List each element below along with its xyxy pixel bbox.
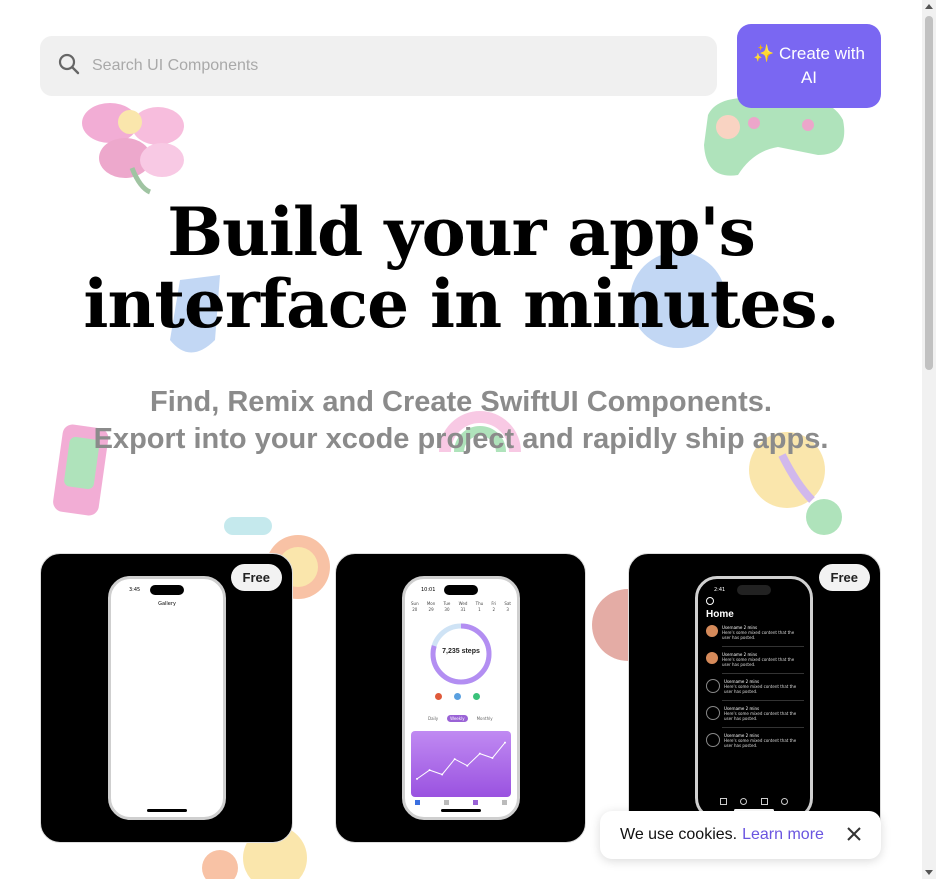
- phone-preview: 3:45 Gallery: [108, 576, 226, 820]
- post-text: Here's some mixed content that the user …: [724, 711, 797, 721]
- free-badge: Free: [230, 564, 282, 591]
- segment-control[interactable]: Daily Weekly Monthly: [425, 715, 496, 722]
- post-divider: [722, 727, 804, 728]
- avatar: [706, 625, 718, 637]
- free-badge: Free: [818, 564, 870, 591]
- tab-activity-icon[interactable]: [444, 800, 449, 805]
- hero-title-line1: Build your app's: [167, 193, 756, 271]
- metric-icons: [435, 693, 480, 700]
- steps-label: 7,235 steps: [442, 648, 480, 655]
- hero-subtitle-line1: Find, Remix and Create SwiftUI Component…: [150, 386, 772, 418]
- page-scrollbar[interactable]: [922, 0, 936, 879]
- screen-title: Gallery: [158, 601, 176, 607]
- home-indicator: [147, 809, 187, 812]
- post-text: Here's some mixed content that the user …: [722, 630, 795, 640]
- post-feed: Username 2 mins Here's some mixed content…: [706, 625, 804, 754]
- distance-icon: [454, 693, 461, 700]
- flame-icon: [435, 693, 442, 700]
- steps-point: [416, 777, 418, 780]
- post-text: Here's some mixed content that the user …: [724, 684, 797, 694]
- week-day[interactable]: Sun 20: [411, 601, 419, 613]
- phone-time: 10:01: [421, 587, 436, 593]
- steps-ring: 7,235 steps: [428, 621, 494, 687]
- week-day[interactable]: Sat 3: [504, 601, 511, 613]
- tab-bar: [720, 798, 788, 805]
- tab-bar: [415, 800, 507, 805]
- avatar: [706, 733, 720, 747]
- component-card-social[interactable]: Free 2:41 Home Username 2 mins Here's som…: [628, 553, 881, 843]
- phone-notch: [150, 585, 184, 595]
- post-divider: [722, 646, 804, 647]
- component-card-steps[interactable]: 10:01 Sun 20 Mon 29 Tue 30 Wed 31 Thu 1 Fri 2 Sat 3 7…: [335, 553, 586, 843]
- phone-time: 3:45: [129, 587, 141, 593]
- steps-point: [453, 758, 456, 761]
- post-item[interactable]: Username 2 mins Here's some mixed content…: [706, 625, 804, 640]
- week-day[interactable]: Fri 2: [491, 601, 496, 613]
- flower-decoration: [70, 88, 190, 198]
- tab-stats-icon[interactable]: [473, 800, 478, 805]
- search-icon: [58, 53, 80, 80]
- hero-title-line2: interface in minutes.: [83, 265, 839, 343]
- avatar: [706, 652, 718, 664]
- tab-home-icon[interactable]: [415, 800, 420, 805]
- threads-logo-icon: [706, 597, 714, 605]
- post-item[interactable]: Username 2 mins Here's some mixed content…: [706, 679, 804, 694]
- tab-search-icon[interactable]: [740, 798, 748, 805]
- steps-point: [466, 764, 469, 767]
- week-day[interactable]: Tue 30: [444, 601, 451, 613]
- tab-home-icon[interactable]: [720, 798, 727, 805]
- hero-subtitle: Find, Remix and Create SwiftUI Component…: [0, 384, 922, 458]
- create-with-ai-label: ✨ Create with AI: [753, 44, 865, 87]
- steps-point: [428, 769, 431, 772]
- phone-time: 2:41: [714, 587, 726, 593]
- steps-point: [491, 757, 494, 759]
- hero-subtitle-line2: Export into your xcode project and rapid…: [93, 423, 829, 455]
- phone-preview: 2:41 Home Username 2 mins Here's some mix…: [695, 576, 813, 820]
- tab-compose-icon[interactable]: [760, 798, 768, 805]
- segment-monthly[interactable]: Monthly: [474, 715, 496, 722]
- cookie-banner: We use cookies. Learn more: [600, 811, 881, 859]
- screen-title: Home: [706, 609, 734, 620]
- week-day[interactable]: Wed 31: [459, 601, 468, 613]
- segment-weekly[interactable]: Weekly: [447, 715, 468, 722]
- chart-background: [411, 731, 511, 797]
- steps-point: [504, 741, 506, 744]
- steps-chart: [411, 731, 511, 797]
- tab-profile-icon[interactable]: [780, 798, 788, 805]
- ball-decoration: [588, 585, 664, 665]
- post-item[interactable]: Username 2 mins Here's some mixed content…: [706, 706, 804, 721]
- tab-profile-icon[interactable]: [502, 800, 507, 805]
- post-text: Here's some mixed content that the user …: [724, 738, 797, 748]
- week-day[interactable]: Thu 1: [476, 601, 484, 613]
- segment-daily[interactable]: Daily: [425, 715, 441, 722]
- scroll-down-arrow-icon[interactable]: [925, 870, 933, 875]
- home-indicator: [441, 809, 481, 812]
- learn-more-link[interactable]: Learn more: [742, 826, 824, 844]
- search-input[interactable]: [90, 56, 654, 76]
- avatar: [706, 706, 720, 720]
- post-item[interactable]: Username 2 mins Here's some mixed content…: [706, 733, 804, 748]
- steps-point: [478, 752, 481, 755]
- post-divider: [722, 673, 804, 674]
- scroll-up-arrow-icon[interactable]: [925, 4, 933, 9]
- week-day[interactable]: Mon 29: [427, 601, 435, 613]
- component-card-gallery[interactable]: Free 3:45 Gallery: [40, 553, 293, 843]
- time-icon: [473, 693, 480, 700]
- phone-notch: [737, 585, 771, 595]
- search-bar[interactable]: [40, 36, 717, 96]
- close-icon[interactable]: [845, 825, 863, 843]
- post-item[interactable]: Username 2 mins Here's some mixed content…: [706, 652, 804, 667]
- hero-title: Build your app's interface in minutes.: [0, 196, 922, 340]
- phone-preview: 10:01 Sun 20 Mon 29 Tue 30 Wed 31 Thu 1 Fri 2 Sat 3 7…: [402, 576, 520, 820]
- post-divider: [722, 700, 804, 701]
- phone-notch: [444, 585, 478, 595]
- post-text: Here's some mixed content that the user …: [722, 657, 795, 667]
- create-with-ai-button[interactable]: ✨ Create with AI: [737, 24, 881, 108]
- avatar: [706, 679, 720, 693]
- cookie-text: We use cookies.: [620, 826, 738, 843]
- scrollbar-thumb[interactable]: [925, 16, 933, 370]
- week-row: Sun 20 Mon 29 Tue 30 Wed 31 Thu 1 Fri 2 Sat 3: [411, 601, 511, 613]
- steps-point: [441, 773, 444, 776]
